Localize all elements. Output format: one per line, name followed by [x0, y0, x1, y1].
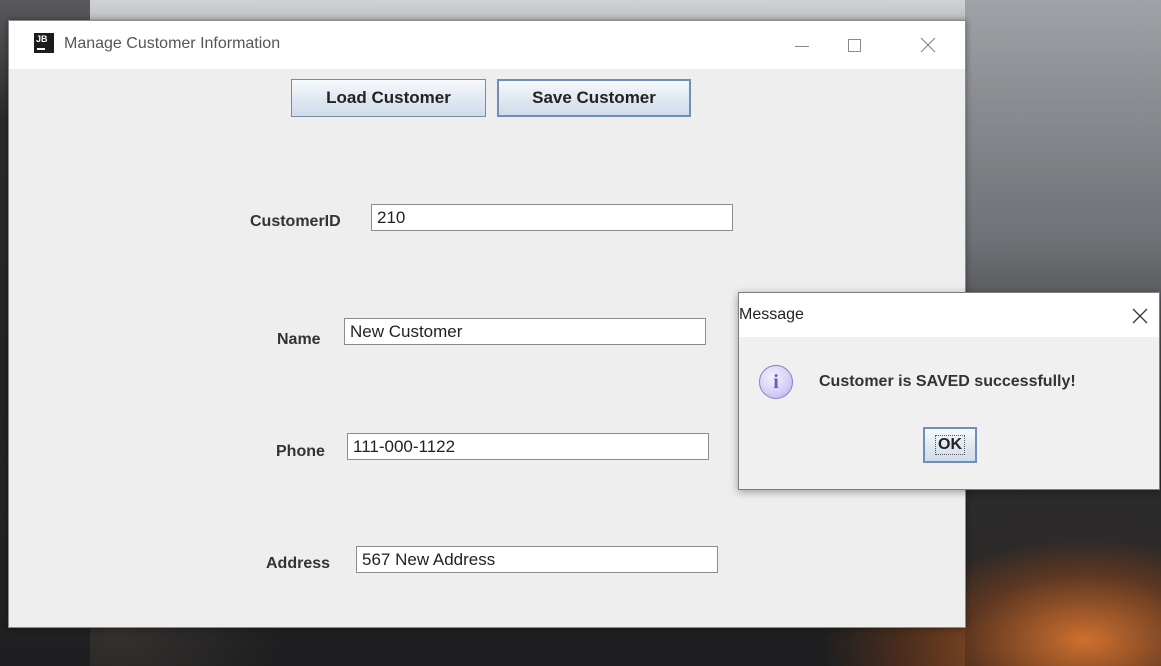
close-icon — [1132, 308, 1148, 324]
dialog-close-button[interactable] — [1125, 301, 1155, 331]
minimize-button[interactable] — [779, 21, 825, 69]
java-app-icon: JB — [34, 33, 54, 53]
dialog-message: Customer is SAVED successfully! — [819, 373, 1076, 390]
dialog-titlebar[interactable]: Message — [739, 293, 1159, 337]
phone-field[interactable]: 111-000-1122 — [347, 433, 709, 460]
message-dialog: Message i Customer is SAVED successfully… — [738, 292, 1160, 490]
name-field[interactable]: New Customer — [344, 318, 706, 345]
window-title: Manage Customer Information — [64, 35, 281, 52]
info-icon: i — [759, 365, 793, 399]
customer-id-label: CustomerID — [250, 213, 341, 230]
load-customer-button[interactable]: Load Customer — [291, 79, 486, 117]
maximize-button[interactable] — [831, 21, 877, 69]
minimize-icon — [795, 45, 809, 47]
ok-button[interactable]: OK — [923, 427, 977, 463]
save-customer-button[interactable]: Save Customer — [497, 79, 691, 117]
close-icon — [920, 37, 936, 53]
address-label: Address — [266, 555, 331, 572]
ok-button-label: OK — [935, 435, 965, 455]
phone-label: Phone — [276, 443, 325, 460]
customer-id-field[interactable]: 210 — [371, 204, 733, 231]
close-window-button[interactable] — [905, 21, 951, 69]
name-label: Name — [277, 331, 321, 348]
window-titlebar[interactable]: JB Manage Customer Information — [9, 21, 965, 69]
address-field[interactable]: 567 New Address — [356, 546, 718, 573]
maximize-icon — [847, 38, 861, 52]
dialog-title: Message — [739, 306, 804, 323]
